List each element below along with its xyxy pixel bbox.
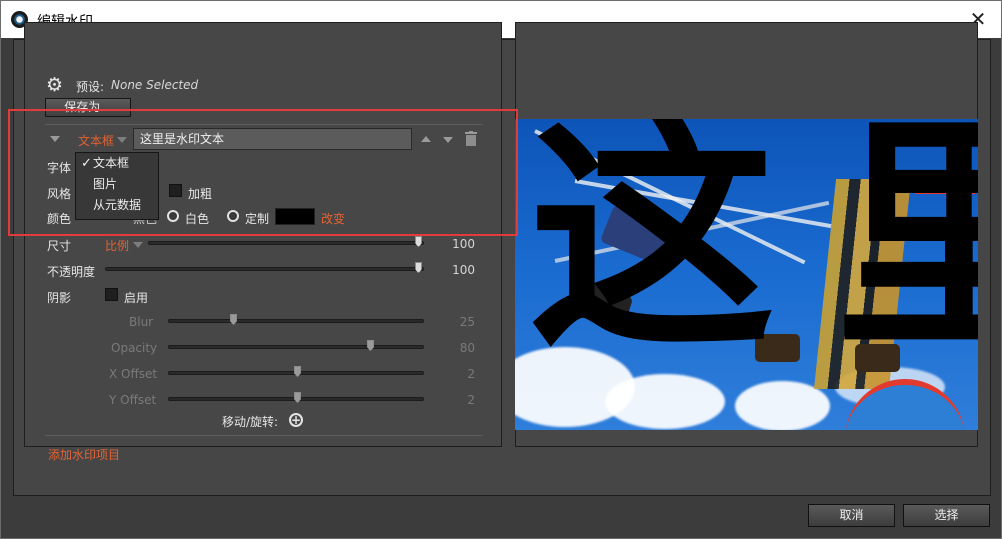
shadow-blur-label: Blur <box>129 315 154 329</box>
shadow-enable-label: 启用 <box>124 291 149 305</box>
bold-label: 加粗 <box>188 187 213 201</box>
opacity-slider[interactable] <box>105 267 424 271</box>
item-type-label: 文本框 <box>78 134 115 148</box>
move-down-icon[interactable] <box>443 137 453 143</box>
size-mode-selector[interactable]: 比例 <box>105 237 129 254</box>
separator <box>45 124 482 125</box>
trash-icon[interactable] <box>465 131 477 146</box>
shadow-x-offset-label: X Offset <box>109 367 158 381</box>
add-watermark-item-link[interactable]: 添加水印项目 <box>48 446 120 463</box>
checkmark-icon: ✓ <box>81 156 92 171</box>
cloud-shape <box>605 374 725 429</box>
item-type-dropdown: ✓ 文本框 图片 从元数据 <box>75 152 159 220</box>
dropdown-item-textbox[interactable]: ✓ 文本框 <box>76 153 158 174</box>
shadow-x-offset-value: 2 <box>467 367 475 381</box>
shadow-label: 阴影 <box>47 291 72 305</box>
select-button[interactable]: 选择 <box>903 504 990 527</box>
shadow-opacity-slider[interactable] <box>168 345 424 349</box>
opacity-value: 100 <box>452 263 475 277</box>
shadow-y-offset-value: 2 <box>467 393 475 407</box>
preset-value: None Selected <box>111 78 199 92</box>
font-label: 字体 <box>47 161 72 175</box>
dropdown-item-metadata[interactable]: 从元数据 <box>76 195 158 216</box>
bold-checkbox[interactable] <box>169 184 182 197</box>
change-color-link[interactable]: 改变 <box>321 210 345 227</box>
shadow-enable-checkbox[interactable] <box>105 288 118 301</box>
size-label: 尺寸 <box>47 239 72 253</box>
watermark-char: 这 <box>529 119 776 382</box>
separator <box>45 435 482 436</box>
save-as-button[interactable]: 保存为... <box>45 98 131 117</box>
watermark-char: 里 <box>835 119 978 382</box>
watermark-text-input[interactable]: 这里是水印文本 <box>133 128 412 150</box>
shadow-blur-value: 25 <box>459 315 475 329</box>
collapse-arrow-icon[interactable] <box>50 136 60 142</box>
preview-image: 这 里 <box>515 119 978 430</box>
shadow-opacity-value: 80 <box>459 341 475 355</box>
size-slider[interactable] <box>148 241 424 245</box>
cancel-button[interactable]: 取消 <box>808 504 895 527</box>
move-up-icon[interactable] <box>421 136 431 142</box>
item-type-selector[interactable]: 文本框 <box>78 132 114 149</box>
shadow-blur-slider[interactable] <box>168 319 424 323</box>
move-rotate-icon[interactable]: + <box>289 413 303 427</box>
style-label: 风格 <box>47 187 72 201</box>
preset-label: 预设: <box>76 80 105 94</box>
size-value: 100 <box>452 237 475 251</box>
chevron-down-icon[interactable] <box>117 137 127 143</box>
custom-option-label: 定制 <box>245 212 270 226</box>
custom-radio[interactable] <box>227 210 239 222</box>
white-option-label: 白色 <box>185 212 210 226</box>
shadow-y-offset-label: Y Offset <box>109 393 157 407</box>
opacity-label: 不透明度 <box>47 265 96 279</box>
move-rotate-label: 移动/旋转: <box>222 415 279 429</box>
size-mode-chevron-icon[interactable] <box>133 242 143 248</box>
shadow-opacity-label: Opacity <box>111 341 158 355</box>
color-label: 颜色 <box>47 212 72 226</box>
white-radio[interactable] <box>167 210 179 222</box>
dropdown-item-image[interactable]: 图片 <box>76 174 158 195</box>
gear-icon[interactable]: ⚙ <box>46 76 64 95</box>
custom-color-swatch[interactable] <box>275 208 315 225</box>
